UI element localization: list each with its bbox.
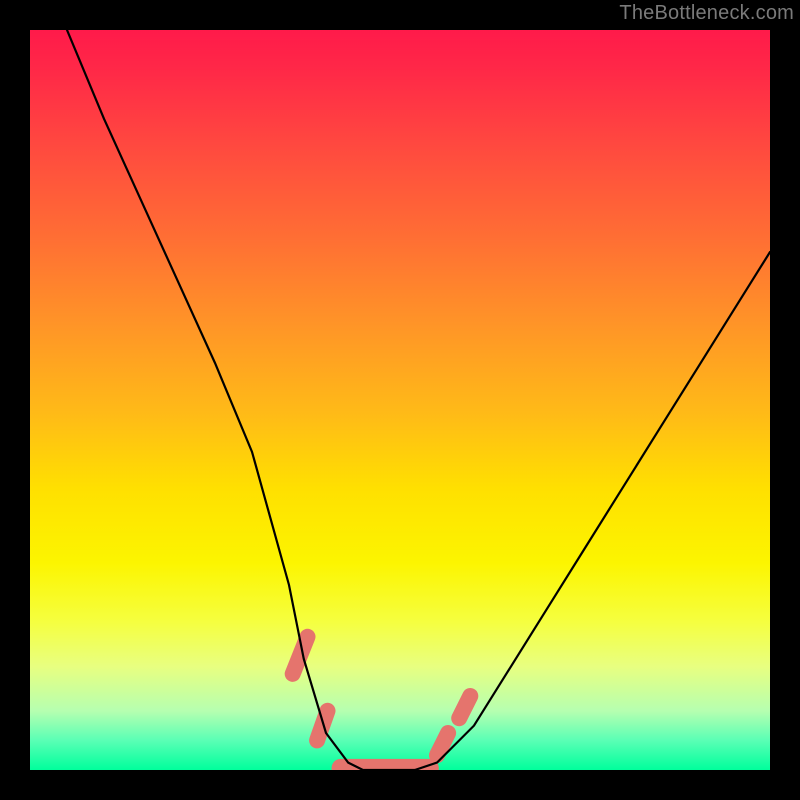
bottleneck-curve xyxy=(67,30,770,770)
markers-group xyxy=(293,637,471,768)
chart-frame: TheBottleneck.com xyxy=(0,0,800,800)
marker-capsule xyxy=(317,711,327,741)
marker-capsule xyxy=(459,696,470,718)
chart-svg xyxy=(30,30,770,770)
plot-area xyxy=(30,30,770,770)
watermark-text: TheBottleneck.com xyxy=(619,2,794,25)
